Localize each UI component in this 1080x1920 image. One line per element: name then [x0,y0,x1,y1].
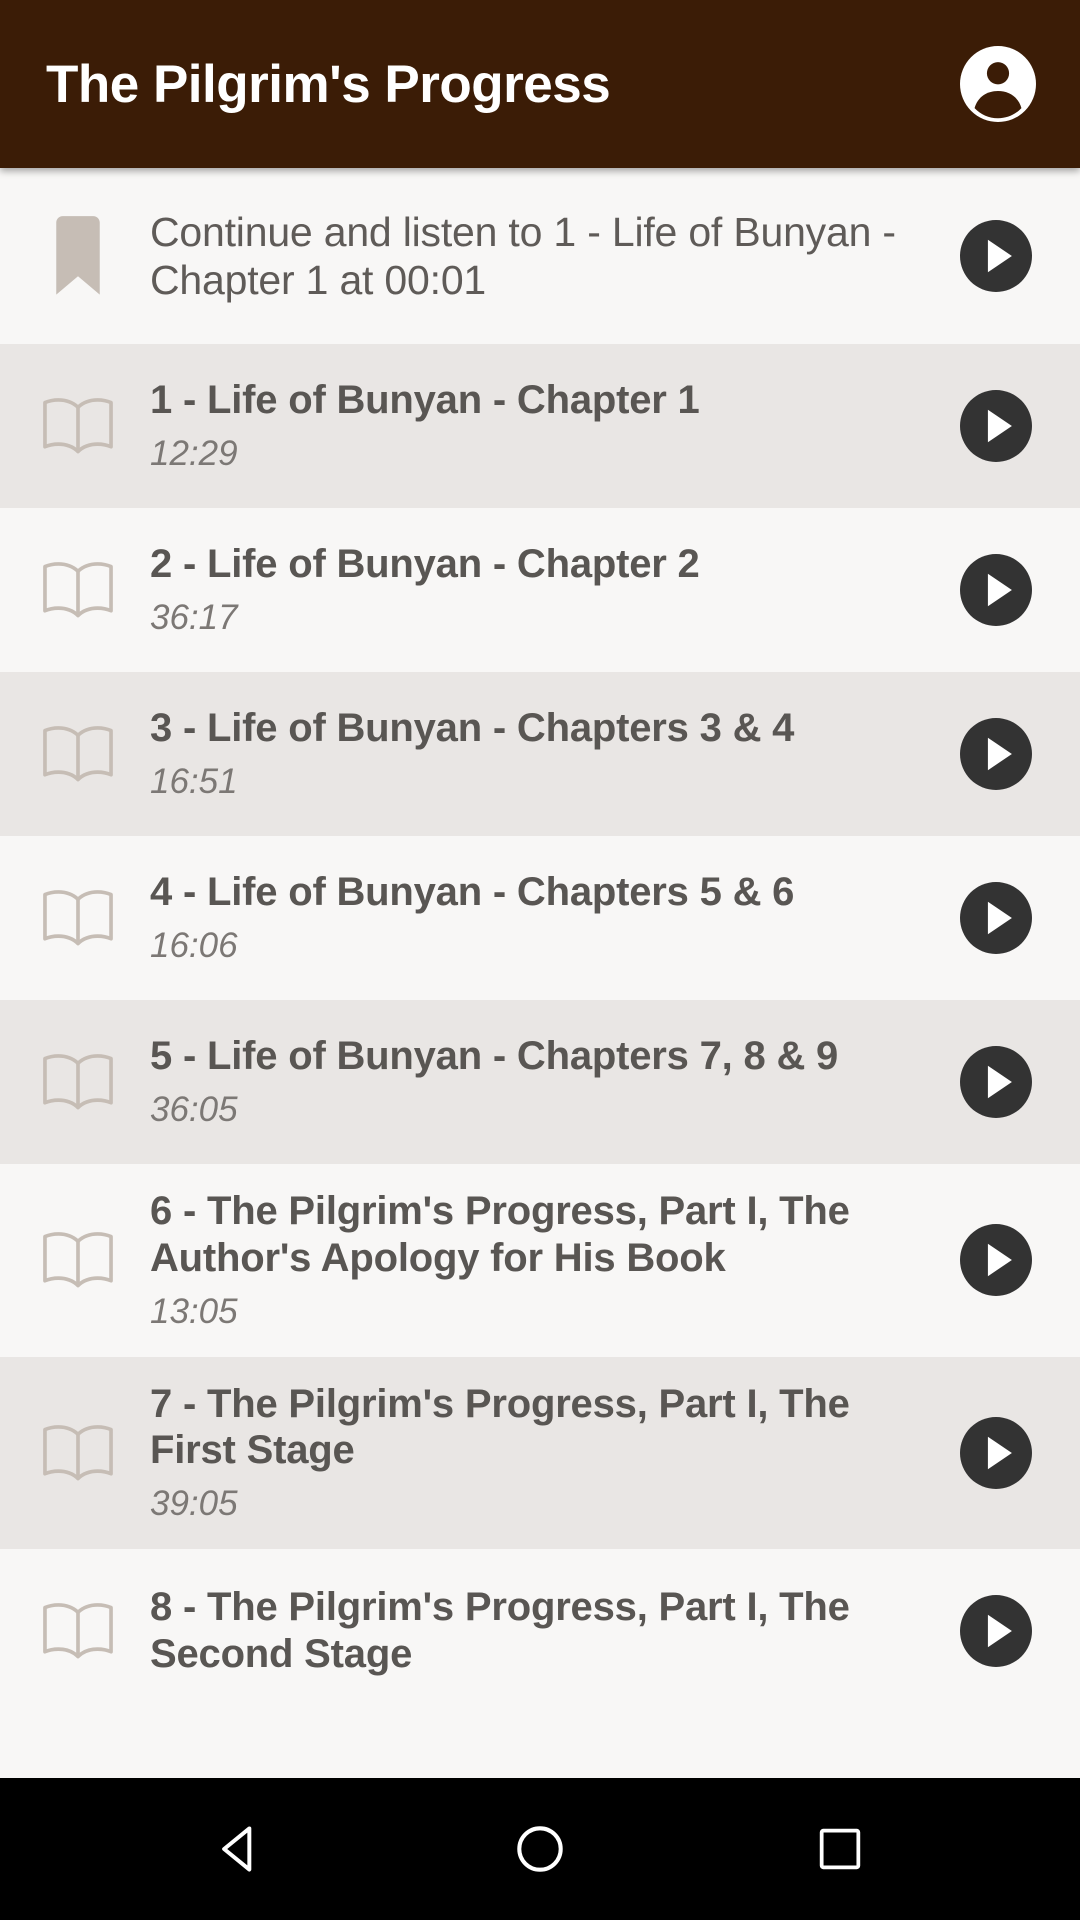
track-duration: 13:05 [150,1291,238,1331]
play-button[interactable] [948,390,1044,462]
play-button[interactable] [948,220,1044,292]
play-icon [960,554,1032,626]
back-triangle-icon[interactable] [203,1812,277,1886]
track-duration: 12:29 [150,433,238,473]
account-circle-icon-svg [960,46,1036,122]
track-duration: 39:05 [150,1484,238,1524]
recents-square-icon-svg [819,1828,861,1870]
track-row[interactable]: 4 - Life of Bunyan - Chapters 5 & 6 16:06 [0,836,1080,1000]
chapter-list[interactable]: Continue and listen to 1 - Life of Bunya… [0,168,1080,1778]
play-icon [960,1046,1032,1118]
track-title: 6 - The Pilgrim's Progress, Part I, The … [150,1189,850,1280]
track-text-block: 6 - The Pilgrim's Progress, Part I, The … [132,1164,948,1357]
book-icon-svg [43,1232,113,1288]
back-triangle-icon-svg [222,1826,252,1872]
book-icon-svg [43,1603,113,1659]
play-icon [960,718,1032,790]
track-text-block: 8 - The Pilgrim's Progress, Part I, The … [132,1560,948,1702]
account-circle-icon[interactable] [960,46,1036,122]
track-row[interactable]: 8 - The Pilgrim's Progress, Part I, The … [0,1549,1080,1714]
track-rows-container: 1 - Life of Bunyan - Chapter 1 12:29 2 - L… [0,344,1080,1714]
track-row[interactable]: 7 - The Pilgrim's Progress, Part I, The … [0,1356,1080,1550]
play-icon [960,1224,1032,1297]
continue-row[interactable]: Continue and listen to 1 - Life of Bunya… [0,168,1080,344]
play-button[interactable] [948,882,1044,954]
track-text-block: 3 - Life of Bunyan - Chapters 3 & 4 16:51 [132,681,948,827]
book-icon [24,1227,132,1293]
track-row[interactable]: 6 - The Pilgrim's Progress, Part I, The … [0,1164,1080,1357]
book-icon [24,1598,132,1664]
track-title: 7 - The Pilgrim's Progress, Part I, The … [150,1381,850,1473]
track-text-block: 4 - Life of Bunyan - Chapters 5 & 6 16:06 [132,845,948,991]
bookmark-icon-svg [56,216,100,295]
track-title: 8 - The Pilgrim's Progress, Part I, The … [150,1585,850,1677]
book-icon-svg [43,1425,113,1481]
track-title: 5 - Life of Bunyan - Chapters 7, 8 & 9 [150,1034,839,1079]
track-duration: 16:06 [150,925,238,965]
continue-text-block: Continue and listen to 1 - Life of Bunya… [132,184,948,329]
track-text-block: 2 - Life of Bunyan - Chapter 2 36:17 [132,517,948,663]
app-root: The Pilgrim's Progress Continue and list… [0,0,1080,1920]
track-row[interactable]: 2 - Life of Bunyan - Chapter 2 36:17 [0,508,1080,672]
play-icon [960,882,1032,954]
play-icon [960,390,1032,462]
play-button[interactable] [948,1046,1044,1118]
book-icon [24,393,132,459]
book-icon [24,1420,132,1486]
track-title: 1 - Life of Bunyan - Chapter 1 [150,378,700,423]
play-button[interactable] [948,1416,1044,1489]
book-icon-svg [43,726,113,782]
track-duration: 36:05 [150,1089,238,1129]
book-icon [24,557,132,623]
home-circle-icon[interactable] [503,1812,577,1886]
play-icon [960,1416,1032,1489]
book-icon [24,885,132,951]
book-icon [24,1049,132,1115]
track-row[interactable]: 1 - Life of Bunyan - Chapter 1 12:29 [0,344,1080,508]
play-icon [960,1595,1032,1668]
track-text-block: 1 - Life of Bunyan - Chapter 1 12:29 [132,353,948,499]
home-circle-icon-svg [517,1826,563,1872]
book-icon-svg [43,890,113,946]
continue-label: Continue and listen to 1 - Life of Bunya… [150,208,896,303]
book-icon-svg [43,398,113,454]
play-button[interactable] [948,718,1044,790]
play-button[interactable] [948,554,1044,626]
book-icon-svg [43,1054,113,1110]
book-icon [24,721,132,787]
play-icon [960,220,1032,292]
page-title: The Pilgrim's Progress [46,54,611,114]
track-row[interactable]: 5 - Life of Bunyan - Chapters 7, 8 & 9 36… [0,1000,1080,1164]
app-bar: The Pilgrim's Progress [0,0,1080,168]
track-title: 2 - Life of Bunyan - Chapter 2 [150,542,700,587]
track-text-block: 7 - The Pilgrim's Progress, Part I, The … [132,1357,948,1550]
track-row[interactable]: 3 - Life of Bunyan - Chapters 3 & 4 16:51 [0,672,1080,836]
track-title: 4 - Life of Bunyan - Chapters 5 & 6 [150,870,795,915]
android-nav-bar [0,1778,1080,1920]
track-duration: 16:51 [150,761,238,801]
track-text-block: 5 - Life of Bunyan - Chapters 7, 8 & 9 36… [132,1009,948,1155]
track-title: 3 - Life of Bunyan - Chapters 3 & 4 [150,706,795,751]
track-duration: 36:17 [150,597,238,637]
bookmark-icon [24,214,132,298]
play-button[interactable] [948,1595,1044,1668]
play-button[interactable] [948,1224,1044,1297]
book-icon-svg [43,562,113,618]
recents-square-icon[interactable] [803,1812,877,1886]
